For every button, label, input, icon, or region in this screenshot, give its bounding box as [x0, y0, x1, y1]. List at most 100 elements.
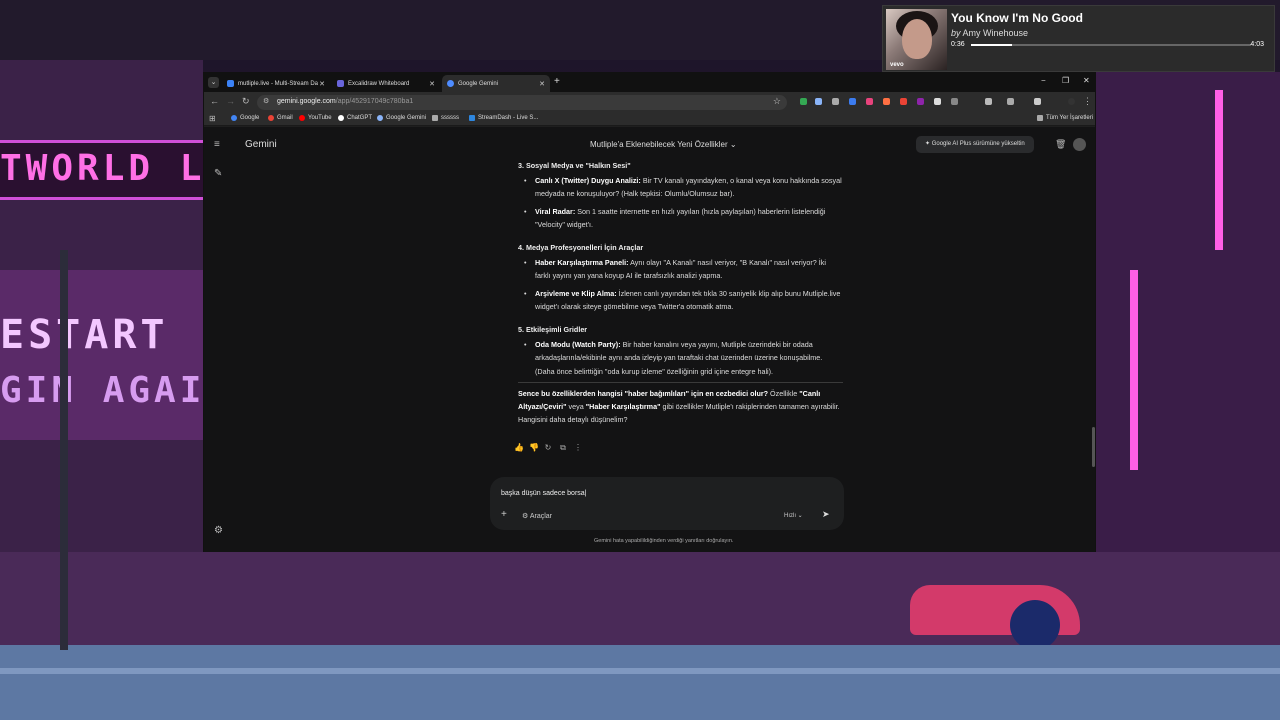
chevron-down-icon: ⌄: [797, 513, 803, 519]
bookmark-google[interactable]: Google: [231, 115, 259, 121]
back-icon[interactable]: ←: [210, 96, 219, 106]
time-total: 4:03: [1250, 41, 1264, 48]
tab-favicon-icon: [337, 80, 344, 87]
tools-button[interactable]: ⚙ Araçlar: [522, 512, 552, 520]
close-icon[interactable]: ✕: [429, 80, 435, 88]
tab-label: mutliple.live - Multi-Stream Da: [238, 80, 319, 87]
prompt-input-box[interactable]: başka düşün sadece borsa| + ⚙ Araçlar Hı…: [490, 477, 844, 530]
bookmark-chatgpt[interactable]: ChatGPT: [338, 115, 372, 121]
menu-hamburger-icon[interactable]: ≡: [214, 139, 220, 150]
gemini-app: ≡ ✎ ⚙ Gemini Mutliple'a Eklenebilecek Ye…: [204, 127, 1095, 552]
upgrade-button[interactable]: ✦ Google AI Plus sürümüne yükseltin: [916, 136, 1034, 153]
extension-icon[interactable]: [800, 98, 807, 105]
list-item: Haber Karşılaştırma Paneli: Aynı olayı "…: [518, 256, 843, 282]
extension-icon[interactable]: [815, 98, 822, 105]
extension-icon[interactable]: [900, 98, 907, 105]
regenerate-icon[interactable]: ↻: [544, 443, 552, 453]
closing-paragraph: Sence bu özelliklerden hangisi "haber ba…: [518, 388, 840, 425]
extension-icon[interactable]: [866, 98, 873, 105]
tab-label: Excalidraw Whiteboard: [348, 80, 410, 87]
extension-icon[interactable]: [951, 98, 958, 105]
tab-strip: ⌄ mutliple.live - Multi-Stream Da ✕ Exca…: [204, 73, 1095, 92]
section-heading: 3. Sosyal Medya ve "Halkın Sesi": [518, 161, 631, 170]
more-options-icon[interactable]: ⋮: [574, 443, 582, 453]
minimize-icon[interactable]: −: [1041, 76, 1046, 85]
progress-bar[interactable]: [971, 44, 1251, 46]
tab-excalidraw[interactable]: Excalidraw Whiteboard ✕: [332, 75, 440, 92]
gemini-icon: [377, 115, 383, 121]
section-media-pros: 4. Medya Profesyonelleri İçin Araçlar Ha…: [518, 241, 843, 313]
gmail-icon: [268, 115, 274, 121]
media-player-widget[interactable]: vevo You Know I'm No Good by Amy Winehou…: [882, 5, 1275, 72]
list-item: Canlı X (Twitter) Duygu Analizi: Bir TV …: [518, 174, 843, 200]
album-cover: vevo: [886, 9, 947, 70]
response-actions: 👍 👎 ↻ ⧉ ⋮: [514, 443, 582, 453]
disclaimer-text: Gemini hata yapabilildiğinden verdiği ya…: [594, 538, 734, 544]
scrollbar-thumb[interactable]: [1092, 427, 1095, 467]
tab-mutliple[interactable]: mutliple.live - Multi-Stream Da ✕: [222, 75, 330, 92]
extension-icon[interactable]: [934, 98, 941, 105]
bookmark-streamdash[interactable]: StreamDash - Live S...: [469, 115, 538, 121]
folder-icon: [1037, 115, 1043, 121]
thumbs-up-icon[interactable]: 👍: [514, 443, 524, 453]
copy-icon[interactable]: ⧉: [559, 443, 567, 453]
google-icon: [231, 115, 237, 121]
send-icon[interactable]: ➤: [822, 509, 830, 520]
new-chat-icon[interactable]: ✎: [214, 168, 222, 179]
tab-favicon-icon: [447, 80, 454, 87]
all-bookmarks-folder[interactable]: Tüm Yer İşaretleri: [1037, 115, 1093, 121]
new-tab-button[interactable]: +: [554, 76, 560, 87]
site-info-icon[interactable]: ⚙: [263, 97, 269, 105]
extension-icon[interactable]: [883, 98, 890, 105]
reload-icon[interactable]: ↻: [242, 96, 250, 107]
browser-toolbar: ← → ↻ ⚙ gemini.google.com/app/452917049c…: [204, 92, 1095, 112]
list-item: Arşivleme ve Klip Alma: İzlenen canlı ya…: [518, 287, 843, 313]
thumbs-down-icon[interactable]: 👎: [529, 443, 539, 453]
translate-icon[interactable]: [1007, 98, 1014, 105]
close-icon[interactable]: ✕: [539, 80, 545, 88]
chat-title-dropdown[interactable]: Mutliple'a Eklenebilecek Yeni Özellikler…: [590, 140, 737, 149]
app-title: Gemini: [245, 139, 277, 150]
delete-icon[interactable]: 🗑: [1055, 139, 1066, 150]
forward-icon[interactable]: →: [226, 96, 235, 106]
song-artist: by Amy Winehouse: [951, 28, 1029, 38]
add-attachment-icon[interactable]: +: [501, 509, 507, 520]
chatgpt-icon: [338, 115, 344, 121]
bookmark-folder-ssssss[interactable]: ssssss: [432, 115, 459, 121]
tab-gemini[interactable]: Google Gemini ✕: [442, 75, 550, 92]
side-rail: ≡ ✎: [204, 127, 237, 552]
close-icon[interactable]: ✕: [319, 80, 325, 88]
list-item: Viral Radar: Son 1 saatte internette en …: [518, 205, 843, 231]
address-bar[interactable]: ⚙ gemini.google.com/app/452917049c780ba1…: [257, 95, 787, 110]
url-text: gemini.google.com/app/452917049c780ba1: [277, 98, 414, 105]
model-selector[interactable]: Hızlı ⌄: [784, 512, 803, 519]
sparkle-icon: ✦: [925, 141, 931, 147]
extension-icon[interactable]: [832, 98, 839, 105]
chevron-down-icon: ⌄: [729, 140, 737, 149]
bookmark-star-icon[interactable]: ☆: [773, 96, 781, 107]
extension-icon[interactable]: [917, 98, 924, 105]
tools-icon: ⚙: [522, 513, 529, 520]
restore-icon[interactable]: ❐: [1062, 76, 1069, 85]
menu-icon[interactable]: ⋮: [1083, 96, 1092, 107]
divider: [518, 381, 843, 383]
tab-favicon-icon: [227, 80, 234, 87]
apps-grid-icon[interactable]: ⊞: [209, 114, 216, 123]
settings-gear-icon[interactable]: ⚙: [214, 525, 223, 536]
tab-label: Google Gemini: [458, 80, 499, 87]
avatar[interactable]: [1073, 138, 1086, 151]
tab-search-button[interactable]: ⌄: [208, 77, 219, 88]
section-grids: 5. Etkileşimli Gridler Oda Modu (Watch P…: [518, 323, 843, 378]
prompt-input[interactable]: başka düşün sadece borsa|: [501, 490, 587, 497]
bookmark-youtube[interactable]: YouTube: [299, 115, 332, 121]
extensions-puzzle-icon[interactable]: [985, 98, 992, 105]
folder-icon: [432, 115, 438, 121]
section-social: 3. Sosyal Medya ve "Halkın Sesi" Canlı X…: [518, 159, 843, 231]
bookmark-gemini[interactable]: Google Gemini: [377, 115, 426, 121]
bookmark-gmail[interactable]: Gmail: [268, 115, 293, 121]
close-window-icon[interactable]: ✕: [1083, 76, 1090, 85]
time-current: 0:36: [951, 41, 965, 48]
extension-icon[interactable]: [849, 98, 856, 105]
profile-icon[interactable]: [1068, 98, 1075, 105]
download-icon[interactable]: [1034, 98, 1041, 105]
